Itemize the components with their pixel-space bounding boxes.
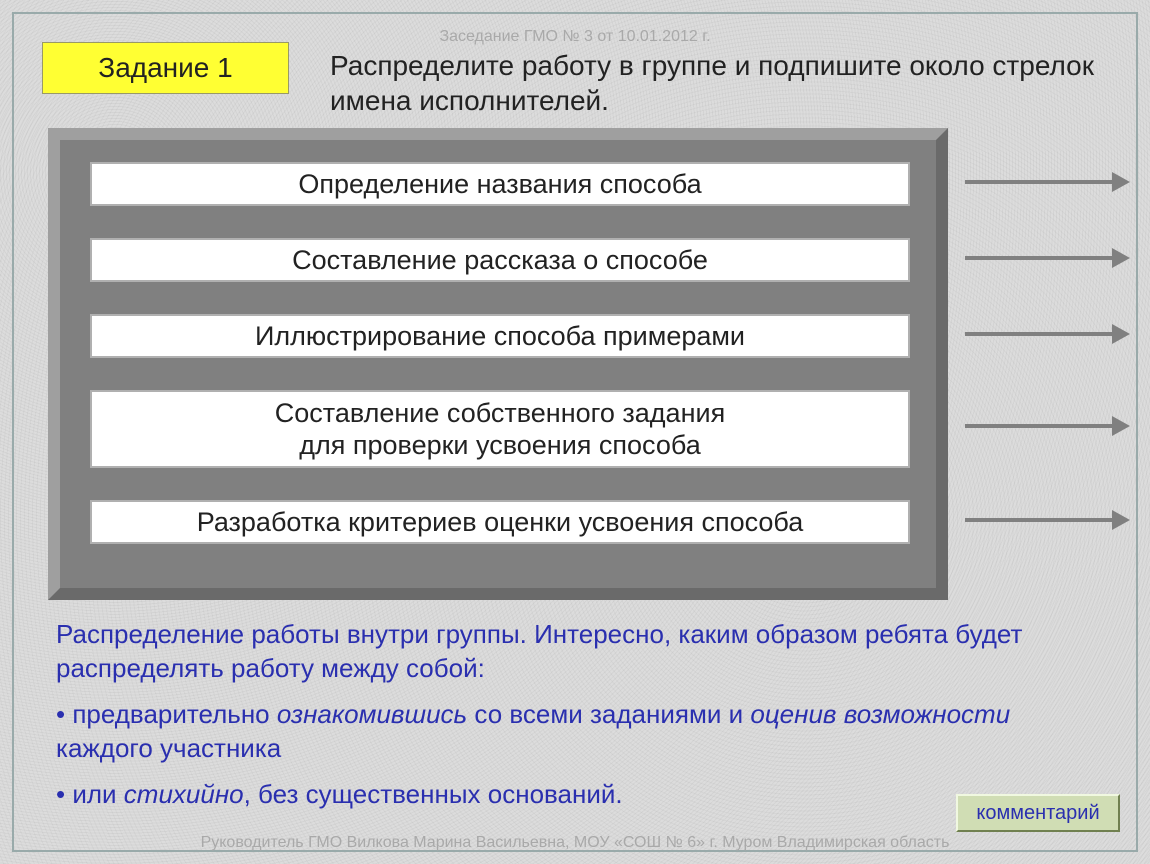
text: • или — [56, 779, 124, 809]
item-row-4: Составление собственного задания для про… — [90, 390, 910, 468]
arrow-icon — [965, 176, 1130, 188]
arrow-icon — [965, 252, 1130, 264]
item-row-1: Определение названия способа — [90, 162, 910, 206]
text: каждого участника — [56, 733, 281, 763]
arrow-icon — [965, 514, 1130, 526]
task-title-box: Задание 1 — [42, 42, 289, 94]
text-italic: стихийно — [124, 779, 244, 809]
item-row-3: Иллюстрирование способа примерами — [90, 314, 910, 358]
item-row-2: Составление рассказа о способе — [90, 238, 910, 282]
text-italic: оценив возможности — [750, 699, 1010, 729]
comment-button[interactable]: комментарий — [956, 794, 1120, 832]
text-italic: ознакомившись — [277, 699, 467, 729]
items-panel: Определение названия способа Составление… — [48, 128, 948, 600]
footer-meta: Руководитель ГМО Вилкова Марина Васильев… — [0, 834, 1150, 852]
arrow-icon — [965, 420, 1130, 432]
text: со всеми заданиями и — [467, 699, 750, 729]
commentary-bullet1: • предварительно ознакомившись со всеми … — [56, 698, 1090, 766]
text: • предварительно — [56, 699, 277, 729]
commentary-bullet2: • или стихийно, без существенных основан… — [56, 778, 1090, 812]
item-row-5: Разработка критериев оценки усвоения спо… — [90, 500, 910, 544]
arrow-icon — [965, 328, 1130, 340]
commentary-line1: Распределение работы внутри группы. Инте… — [56, 618, 1090, 686]
instruction-text: Распределите работу в группе и подпишите… — [330, 48, 1110, 118]
text: , без существенных оснований. — [244, 779, 623, 809]
